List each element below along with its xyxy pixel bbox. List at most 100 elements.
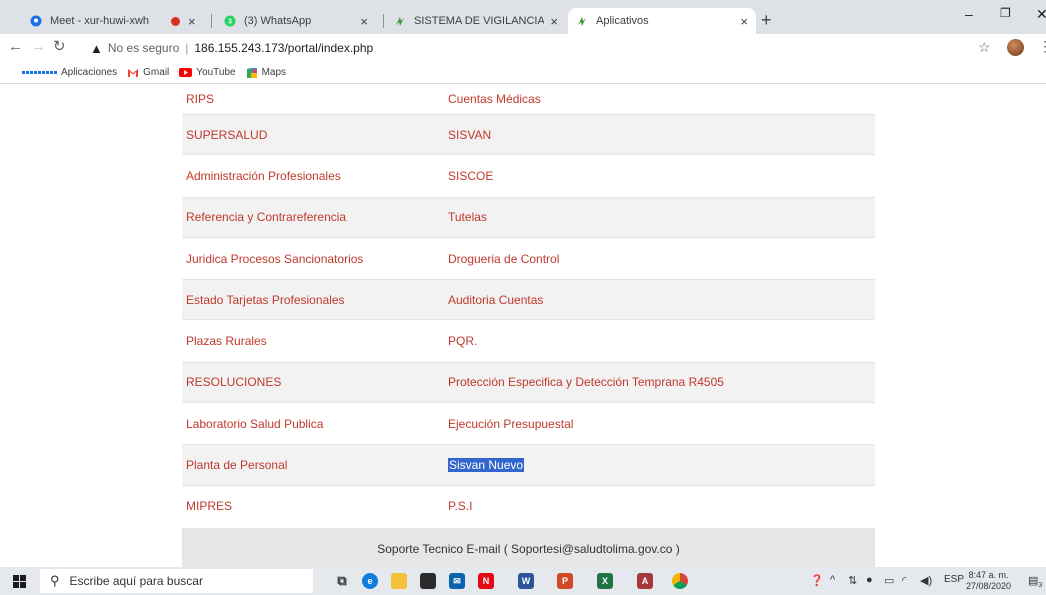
meet-icon [30, 15, 42, 27]
table-row: MIPRES P.S.I [182, 486, 875, 527]
tab-strip: Meet - xur-huwi-xwh × 3 (3) WhatsApp × S… [0, 0, 1046, 34]
app-link[interactable]: P.S.I [448, 499, 875, 513]
app-link-selected[interactable]: Sisvan Nuevo [448, 458, 875, 473]
app-link[interactable]: MIPRES [182, 499, 448, 513]
app-link[interactable]: Ejecución Presupuestal [448, 417, 875, 431]
access-icon[interactable]: A [637, 573, 653, 589]
svg-text:3: 3 [228, 19, 232, 26]
bookmark-label: Maps [261, 67, 287, 78]
tab-separator [211, 14, 212, 28]
app-link[interactable]: RIPS [182, 92, 448, 106]
word-icon[interactable]: W [518, 573, 534, 589]
file-explorer-icon[interactable] [391, 573, 407, 589]
bookmark-gmail[interactable]: Gmail [127, 67, 169, 78]
table-row: SUPERSALUD SISVAN [182, 114, 875, 156]
app-link[interactable]: SISVAN [448, 128, 875, 142]
search-icon: ⚲ [50, 573, 60, 588]
tab-aplicativos[interactable]: Aplicativos × [568, 8, 756, 34]
app-link[interactable]: Referencia y Contrareferencia [182, 210, 448, 224]
close-tab-icon[interactable]: × [550, 14, 558, 29]
notifications-icon[interactable]: ▤3 [1028, 574, 1042, 589]
close-tab-icon[interactable]: × [360, 14, 368, 29]
microphone-icon[interactable]: ● [866, 574, 873, 586]
notification-count: 3 [1038, 582, 1043, 590]
app-link[interactable]: Estado Tarjetas Profesionales [182, 293, 448, 307]
close-window-button[interactable]: ✕ [1036, 6, 1046, 23]
table-row: Laboratorio Salud Publica Ejecución Pres… [182, 403, 875, 444]
app-link[interactable]: SUPERSALUD [182, 128, 448, 142]
whatsapp-icon: 3 [224, 15, 236, 27]
netflix-icon[interactable]: N [478, 573, 494, 589]
warning-icon: ▲ [90, 40, 103, 56]
app-link[interactable]: Juridica Procesos Sancionatorios [182, 252, 448, 266]
table-row: Referencia y Contrareferencia Tutelas [182, 196, 875, 238]
bookmark-label: YouTube [196, 67, 236, 78]
battery-icon[interactable]: ▭ [884, 574, 894, 587]
new-tab-button[interactable]: + [761, 11, 772, 29]
search-placeholder: Escribe aquí para buscar [69, 574, 203, 588]
bookmark-youtube[interactable]: YouTube [179, 67, 236, 78]
windows-start-icon[interactable] [13, 575, 26, 588]
mail-icon[interactable]: ✉ [449, 573, 465, 589]
table-row: Juridica Procesos Sancionatorios Droguer… [182, 238, 875, 279]
taskbar-search-input[interactable]: ⚲ Escribe aquí para buscar [40, 569, 313, 593]
back-arrow-icon[interactable]: ← [8, 38, 23, 56]
help-icon[interactable]: ❓ [810, 574, 824, 587]
tab-separator [383, 14, 384, 28]
app-link[interactable]: RESOLUCIONES [182, 375, 448, 389]
task-view-icon[interactable]: ⧉ [334, 573, 350, 589]
app-link[interactable]: PQR. [448, 334, 875, 348]
app-link[interactable]: Protección Especifica y Detección Tempra… [448, 375, 875, 389]
forward-arrow-icon[interactable]: → [31, 38, 46, 56]
clock-time: 8:47 a. m. [968, 570, 1009, 580]
app-link[interactable]: Planta de Personal [182, 458, 448, 472]
edge-icon[interactable]: e [362, 573, 378, 589]
tab-whatsapp[interactable]: 3 (3) WhatsApp × [216, 8, 376, 34]
app-link[interactable]: Auditoria Cuentas [448, 293, 875, 307]
close-tab-icon[interactable]: × [740, 14, 748, 29]
tab-recording[interactable]: × [163, 8, 208, 34]
reload-icon[interactable]: ↻ [53, 38, 66, 56]
tab-title: (3) WhatsApp [244, 15, 312, 27]
close-tab-icon[interactable]: × [188, 14, 196, 29]
clock[interactable]: 8:47 a. m. 27/08/2020 [966, 570, 1011, 592]
maps-icon [246, 67, 258, 79]
chevron-up-icon[interactable]: ^ [830, 574, 835, 586]
bookmark-star-icon[interactable]: ☆ [978, 39, 991, 56]
browser-toolbar: ← → ↻ ▲ No es seguro | 186.155.243.173/p… [0, 34, 1046, 62]
tab-title: SISTEMA DE VIGILANCIA EPIDEM [414, 15, 545, 27]
bookmarks-bar: Aplicaciones Gmail YouTube Maps [0, 62, 1046, 84]
tab-sistema-vigilancia[interactable]: SISTEMA DE VIGILANCIA EPIDEM × [386, 8, 566, 34]
table-row: RESOLUCIONES Protección Especifica y Det… [182, 361, 875, 404]
site-logo-icon [576, 15, 588, 27]
app-link[interactable]: Cuentas Médicas [448, 92, 875, 106]
volume-icon[interactable]: ◀) [920, 574, 932, 587]
app-link[interactable]: Laboratorio Salud Publica [182, 417, 448, 431]
profile-avatar[interactable] [1007, 39, 1024, 56]
app-link[interactable]: Plazas Rurales [182, 334, 448, 348]
page-content: RIPS Cuentas Médicas SUPERSALUD SISVAN A… [0, 84, 1046, 567]
bookmark-label: Aplicaciones [61, 67, 118, 78]
app-link[interactable]: SISCOE [448, 169, 875, 183]
address-bar[interactable]: ▲ No es seguro | 186.155.243.173/portal/… [90, 36, 945, 60]
restore-button[interactable]: ❐ [1000, 6, 1011, 20]
menu-kebab-icon[interactable]: ⋮ [1038, 38, 1046, 55]
tab-meet[interactable]: Meet - xur-huwi-xwh [22, 8, 157, 34]
network-icon[interactable]: ⇅ [848, 574, 857, 587]
bookmark-maps[interactable]: Maps [246, 67, 286, 79]
address-separator: | [185, 41, 189, 55]
language-indicator[interactable]: ESP [944, 574, 964, 585]
app-link[interactable]: Administración Profesionales [182, 169, 448, 183]
minimize-button[interactable]: – [965, 6, 973, 22]
bookmark-aplicaciones[interactable]: Aplicaciones [22, 67, 117, 78]
taskbar: ⚲ Escribe aquí para buscar ⧉ e ✉ N W P X… [0, 567, 1046, 595]
store-icon[interactable] [420, 573, 436, 589]
powerpoint-icon[interactable]: P [557, 573, 573, 589]
app-link[interactable]: Drogueria de Control [448, 252, 875, 266]
table-row: Administración Profesionales SISCOE [182, 155, 875, 196]
app-link[interactable]: Tutelas [448, 210, 875, 224]
apps-grid-icon [22, 71, 57, 74]
chrome-icon[interactable] [672, 573, 688, 589]
excel-icon[interactable]: X [597, 573, 613, 589]
wifi-icon[interactable]: ◜ [902, 574, 906, 587]
